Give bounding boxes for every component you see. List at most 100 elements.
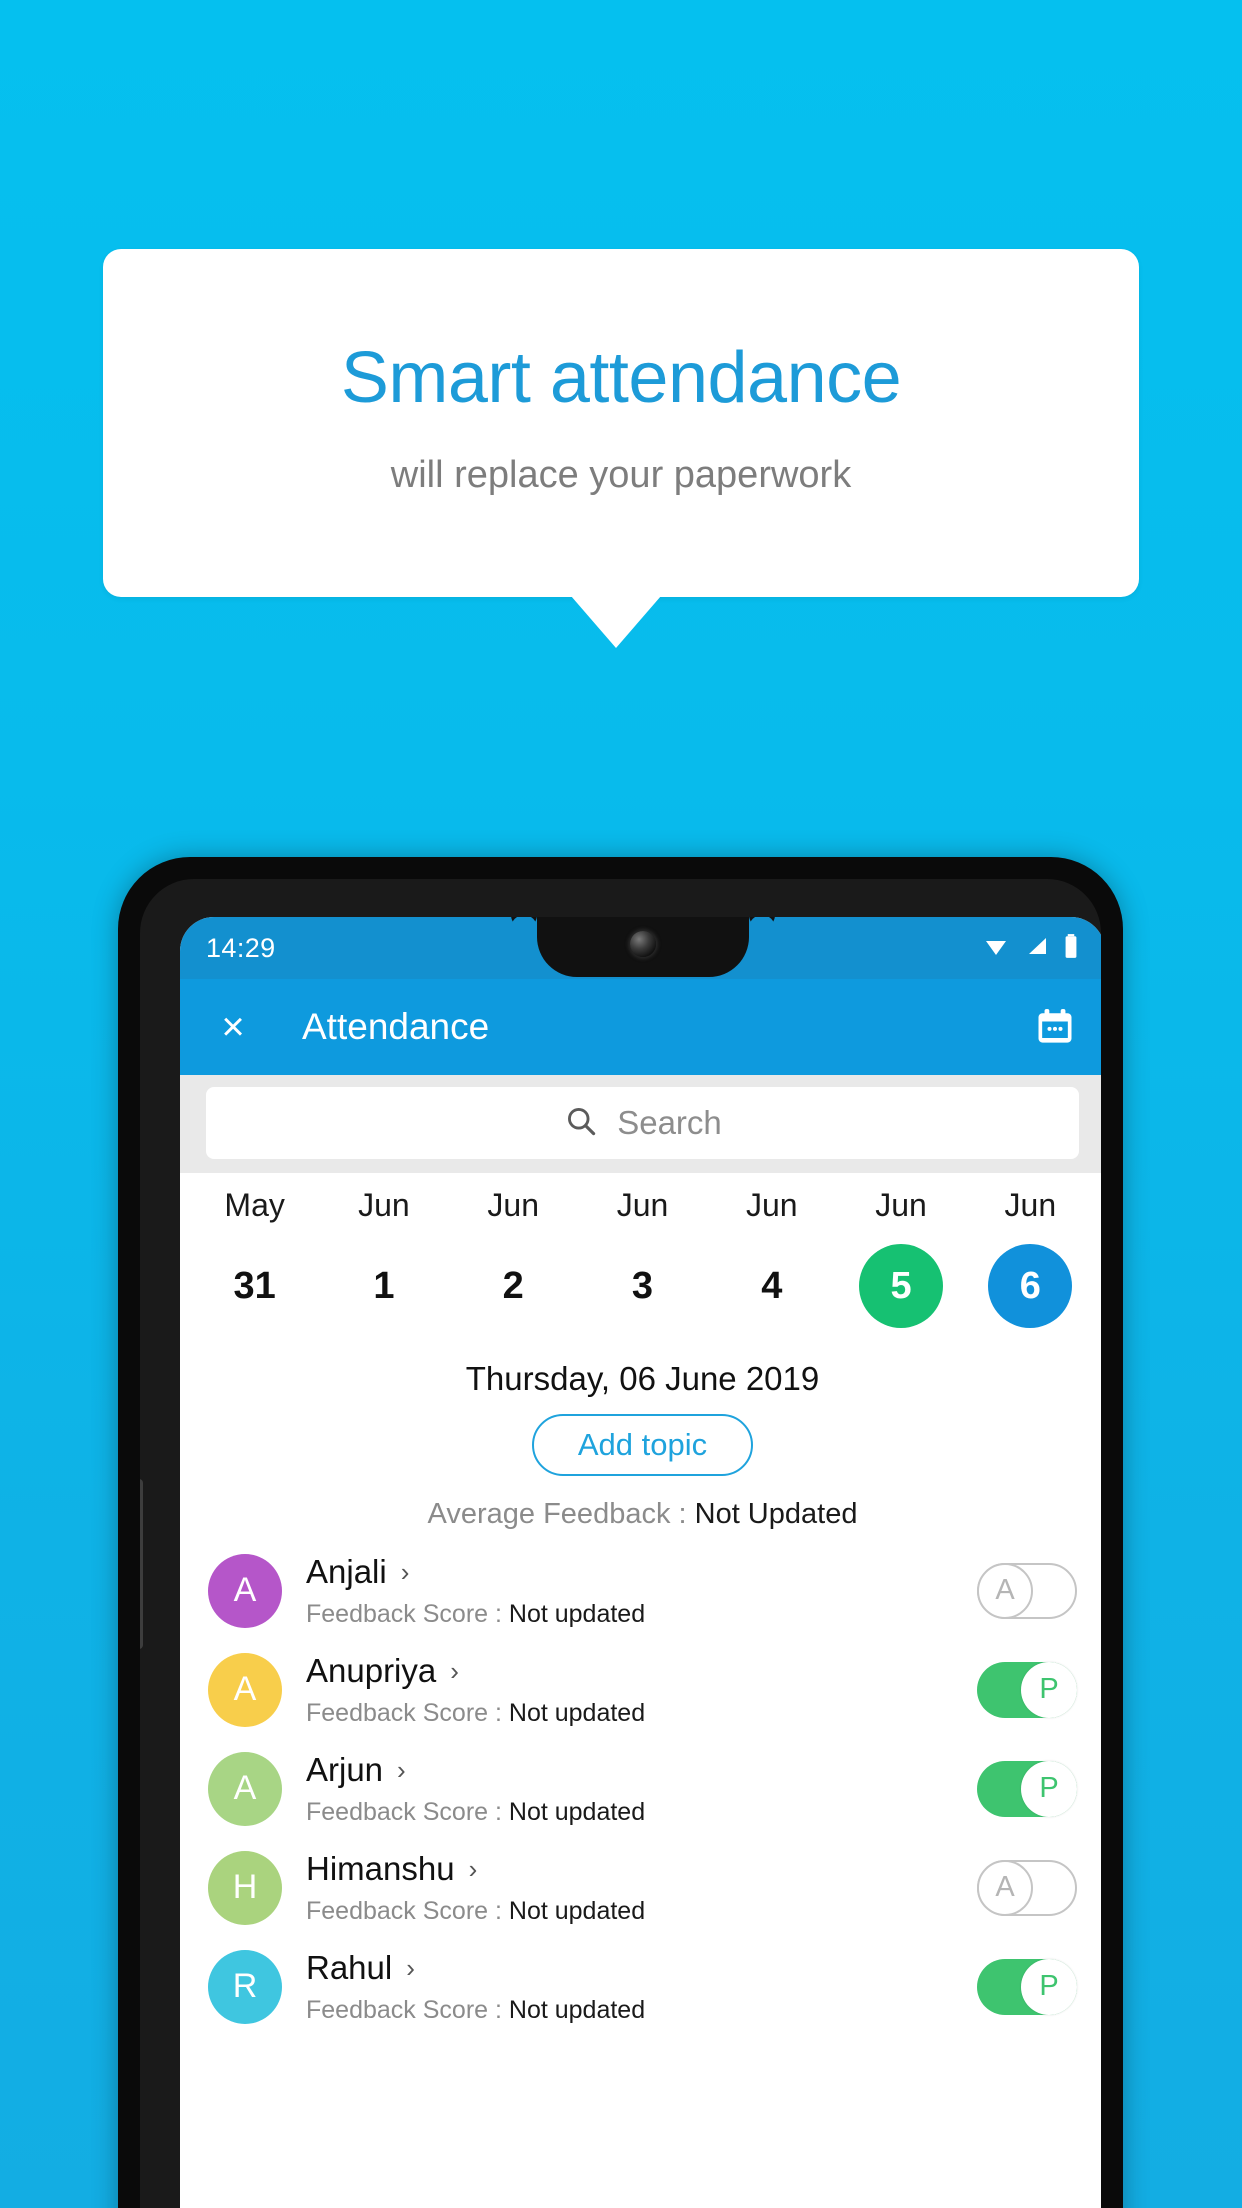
chevron-right-icon[interactable]: › bbox=[469, 1856, 478, 1882]
student-name: Arjun bbox=[306, 1750, 384, 1788]
avatar: A bbox=[208, 1553, 282, 1628]
date-day-number[interactable]: 2 bbox=[471, 1244, 555, 1328]
student-row[interactable]: A Anupriya › Feedback Score : Not updated P bbox=[180, 1640, 1101, 1739]
search-placeholder: Search bbox=[617, 1104, 722, 1141]
add-topic-button[interactable]: Add topic bbox=[531, 1414, 754, 1476]
date-month-label: Jun bbox=[487, 1187, 539, 1223]
status-clock: 14:29 bbox=[206, 932, 276, 963]
close-icon[interactable]: × bbox=[208, 1002, 258, 1052]
date-cell[interactable]: Jun 1 bbox=[319, 1187, 448, 1328]
student-name: Rahul bbox=[306, 1948, 393, 1986]
feedback-score: Feedback Score : Not updated bbox=[306, 1699, 977, 1728]
student-name-line[interactable]: Anupriya › bbox=[306, 1652, 977, 1690]
student-name-line[interactable]: Rahul › bbox=[306, 1949, 977, 1987]
attendance-toggle[interactable]: P bbox=[977, 1661, 1077, 1718]
chevron-right-icon[interactable]: › bbox=[397, 1757, 406, 1783]
search-area: Search bbox=[180, 1075, 1101, 1173]
avatar: A bbox=[208, 1751, 282, 1826]
attendance-toggle-knob: A bbox=[977, 1859, 1033, 1916]
attendance-toggle[interactable]: P bbox=[977, 1760, 1077, 1817]
selected-day-label: Thursday, 06 June 2019 bbox=[465, 1360, 820, 1397]
attendance-toggle-knob: P bbox=[1021, 1958, 1077, 2015]
feedback-score: Feedback Score : Not updated bbox=[306, 1798, 977, 1827]
page-title: Attendance bbox=[302, 1006, 490, 1047]
feedback-score: Feedback Score : Not updated bbox=[306, 1897, 977, 1926]
calendar-icon[interactable] bbox=[1033, 1005, 1077, 1049]
student-name-line[interactable]: Himanshu › bbox=[306, 1850, 977, 1888]
date-month-label: Jun bbox=[358, 1187, 410, 1223]
date-cell[interactable]: Jun 5 bbox=[836, 1187, 965, 1328]
date-month-label: Jun bbox=[616, 1187, 669, 1223]
promo-subheadline: will replace your paperwork bbox=[390, 454, 852, 497]
date-cell[interactable]: Jun 6 bbox=[966, 1187, 1095, 1328]
promo-headline: Smart attendance bbox=[340, 337, 902, 418]
student-info: Arjun › Feedback Score : Not updated bbox=[306, 1751, 977, 1827]
attendance-toggle-knob: A bbox=[977, 1562, 1033, 1619]
date-cell[interactable]: Jun 3 bbox=[578, 1187, 707, 1328]
chevron-right-icon[interactable]: › bbox=[450, 1658, 459, 1684]
status-icons bbox=[981, 933, 1079, 964]
front-camera bbox=[629, 931, 656, 957]
student-name-line[interactable]: Arjun › bbox=[306, 1751, 977, 1789]
promo-callout-card: Smart attendance will replace your paper… bbox=[103, 249, 1139, 597]
attendance-toggle-knob: P bbox=[1021, 1760, 1077, 1817]
app-bar: × Attendance bbox=[180, 979, 1101, 1075]
feedback-score-label: Feedback Score : bbox=[306, 1995, 509, 2024]
phone-mockup: 14:29 × Attendance Search May 31 Jun 1 J… bbox=[118, 857, 1123, 2208]
student-name: Himanshu bbox=[306, 1849, 455, 1887]
feedback-score-value: Not updated bbox=[508, 1797, 646, 1826]
date-month-label: Jun bbox=[745, 1187, 798, 1223]
student-name-line[interactable]: Anjali › bbox=[306, 1553, 977, 1591]
phone-screen: 14:29 × Attendance Search May 31 Jun 1 J… bbox=[180, 917, 1101, 2208]
attendance-toggle-knob: P bbox=[1021, 1661, 1077, 1718]
student-row[interactable]: A Anjali › Feedback Score : Not updated A bbox=[180, 1541, 1101, 1640]
average-feedback-label: Average Feedback : bbox=[427, 1498, 695, 1530]
search-icon bbox=[563, 1103, 599, 1144]
feedback-score-value: Not updated bbox=[508, 1698, 646, 1727]
date-day-number[interactable]: 6 bbox=[988, 1244, 1073, 1328]
student-row[interactable]: R Rahul › Feedback Score : Not updated P bbox=[180, 1937, 1101, 2036]
avatar: R bbox=[208, 1949, 282, 2024]
phone-bezel: 14:29 × Attendance Search May 31 Jun 1 J… bbox=[140, 879, 1101, 2208]
status-bar: 14:29 bbox=[180, 917, 1101, 979]
date-day-number[interactable]: 3 bbox=[600, 1244, 684, 1328]
student-name: Anupriya bbox=[306, 1651, 437, 1689]
date-day-number[interactable]: 31 bbox=[213, 1244, 297, 1328]
signal-icon bbox=[1024, 934, 1050, 963]
student-row[interactable]: A Arjun › Feedback Score : Not updated P bbox=[180, 1739, 1101, 1838]
date-month-label: May bbox=[224, 1187, 285, 1223]
avatar: H bbox=[208, 1850, 282, 1925]
attendance-toggle[interactable]: A bbox=[977, 1562, 1077, 1619]
search-input[interactable]: Search bbox=[206, 1087, 1079, 1159]
date-day-number[interactable]: 5 bbox=[859, 1244, 944, 1328]
date-cell[interactable]: May 31 bbox=[190, 1187, 319, 1328]
date-cell[interactable]: Jun 2 bbox=[449, 1187, 578, 1328]
attendance-toggle[interactable]: P bbox=[977, 1958, 1077, 2015]
phone-notch bbox=[536, 917, 749, 977]
date-strip: May 31 Jun 1 Jun 2 Jun 3 Jun 4 Jun 5 Jun 6 bbox=[180, 1173, 1101, 1338]
student-info: Anupriya › Feedback Score : Not updated bbox=[306, 1652, 977, 1728]
date-month-label: Jun bbox=[1004, 1187, 1057, 1223]
date-day-number[interactable]: 4 bbox=[730, 1244, 814, 1328]
chevron-right-icon[interactable]: › bbox=[401, 1559, 410, 1585]
average-feedback: Average Feedback : Not Updated bbox=[180, 1498, 1101, 1531]
wifi-icon bbox=[981, 934, 1011, 963]
date-month-label: Jun bbox=[875, 1187, 927, 1223]
avatar: A bbox=[208, 1652, 282, 1727]
phone-assistant-button bbox=[140, 1479, 143, 1649]
student-row[interactable]: H Himanshu › Feedback Score : Not updated A bbox=[180, 1838, 1101, 1937]
feedback-score-value: Not updated bbox=[508, 1599, 646, 1628]
chevron-right-icon[interactable]: › bbox=[406, 1955, 415, 1981]
student-info: Anjali › Feedback Score : Not updated bbox=[306, 1553, 977, 1629]
date-day-number[interactable]: 1 bbox=[342, 1244, 426, 1328]
student-list: A Anjali › Feedback Score : Not updated A A An… bbox=[180, 1541, 1101, 2036]
date-cell[interactable]: Jun 4 bbox=[707, 1187, 836, 1328]
promo-callout-tail bbox=[571, 596, 661, 648]
student-name: Anjali bbox=[306, 1552, 387, 1590]
feedback-score-label: Feedback Score : bbox=[306, 1698, 509, 1727]
feedback-score: Feedback Score : Not updated bbox=[306, 1600, 977, 1629]
feedback-score-label: Feedback Score : bbox=[306, 1896, 509, 1925]
student-info: Himanshu › Feedback Score : Not updated bbox=[306, 1850, 977, 1926]
attendance-toggle[interactable]: A bbox=[977, 1859, 1077, 1916]
student-info: Rahul › Feedback Score : Not updated bbox=[306, 1949, 977, 2025]
